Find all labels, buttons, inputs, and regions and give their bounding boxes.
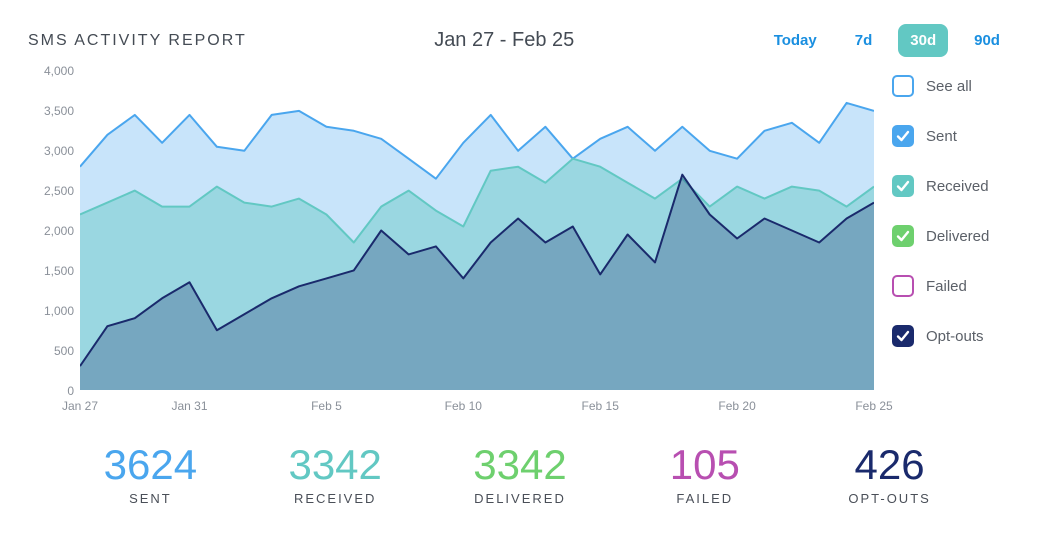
y-axis: 05001,0001,5002,0002,5003,0003,5004,000 <box>28 71 80 391</box>
y-tick: 1,000 <box>44 304 74 318</box>
stat-failed: 105 FAILED <box>612 441 797 506</box>
x-tick: Feb 25 <box>855 399 892 413</box>
x-tick: Jan 31 <box>172 399 208 413</box>
stat-value: 3342 <box>243 441 428 489</box>
range-7d[interactable]: 7d <box>843 24 885 57</box>
stat-label: DELIVERED <box>428 491 613 506</box>
legend: See all Sent Received Delivered Failed Opt-ou… <box>892 71 1012 347</box>
legend-item-sent[interactable]: Sent <box>892 125 1012 147</box>
y-tick: 500 <box>54 344 74 358</box>
chart-plot <box>80 71 874 391</box>
header-bar: SMS ACTIVITY REPORT Jan 27 - Feb 25 Toda… <box>28 24 1012 57</box>
legend-label: Failed <box>926 278 967 295</box>
legend-label: Delivered <box>926 228 989 245</box>
checkbox-icon <box>892 225 914 247</box>
legend-item-see-all[interactable]: See all <box>892 75 1012 97</box>
legend-label: See all <box>926 78 972 95</box>
x-tick: Feb 20 <box>718 399 755 413</box>
stat-opt-outs: 426 OPT-OUTS <box>797 441 982 506</box>
checkbox-icon <box>892 175 914 197</box>
range-30d[interactable]: 30d <box>898 24 948 57</box>
stat-label: RECEIVED <box>243 491 428 506</box>
range-today[interactable]: Today <box>762 24 829 57</box>
y-tick: 3,000 <box>44 144 74 158</box>
y-tick: 1,500 <box>44 264 74 278</box>
x-tick: Feb 5 <box>311 399 342 413</box>
checkbox-icon <box>892 275 914 297</box>
checkbox-icon <box>892 75 914 97</box>
range-90d[interactable]: 90d <box>962 24 1012 57</box>
range-picker: Today 7d 30d 90d <box>762 24 1012 57</box>
x-tick: Feb 15 <box>582 399 619 413</box>
stat-delivered: 3342 DELIVERED <box>428 441 613 506</box>
x-tick: Jan 27 <box>62 399 98 413</box>
legend-item-received[interactable]: Received <box>892 175 1012 197</box>
y-tick: 3,500 <box>44 104 74 118</box>
x-axis: Jan 27Jan 31Feb 5Feb 10Feb 15Feb 20Feb 2… <box>80 399 874 417</box>
stat-received: 3342 RECEIVED <box>243 441 428 506</box>
checkbox-icon <box>892 125 914 147</box>
stat-value: 3342 <box>428 441 613 489</box>
y-tick: 2,000 <box>44 224 74 238</box>
stat-sent: 3624 SENT <box>58 441 243 506</box>
stat-label: SENT <box>58 491 243 506</box>
stat-value: 3624 <box>58 441 243 489</box>
legend-item-opt-outs[interactable]: Opt-outs <box>892 325 1012 347</box>
stat-value: 426 <box>797 441 982 489</box>
checkbox-icon <box>892 325 914 347</box>
legend-label: Received <box>926 178 989 195</box>
y-tick: 4,000 <box>44 64 74 78</box>
legend-label: Sent <box>926 128 957 145</box>
y-tick: 0 <box>67 384 74 398</box>
legend-label: Opt-outs <box>926 328 984 345</box>
stat-label: FAILED <box>612 491 797 506</box>
date-range-text: Jan 27 - Feb 25 <box>434 29 574 52</box>
legend-item-delivered[interactable]: Delivered <box>892 225 1012 247</box>
stat-value: 105 <box>612 441 797 489</box>
legend-item-failed[interactable]: Failed <box>892 275 1012 297</box>
stat-label: OPT-OUTS <box>797 491 982 506</box>
page-title: SMS ACTIVITY REPORT <box>28 32 247 50</box>
y-tick: 2,500 <box>44 184 74 198</box>
stats-bar: 3624SENT3342RECEIVED3342DELIVERED105FAIL… <box>58 441 982 506</box>
x-tick: Feb 10 <box>445 399 482 413</box>
